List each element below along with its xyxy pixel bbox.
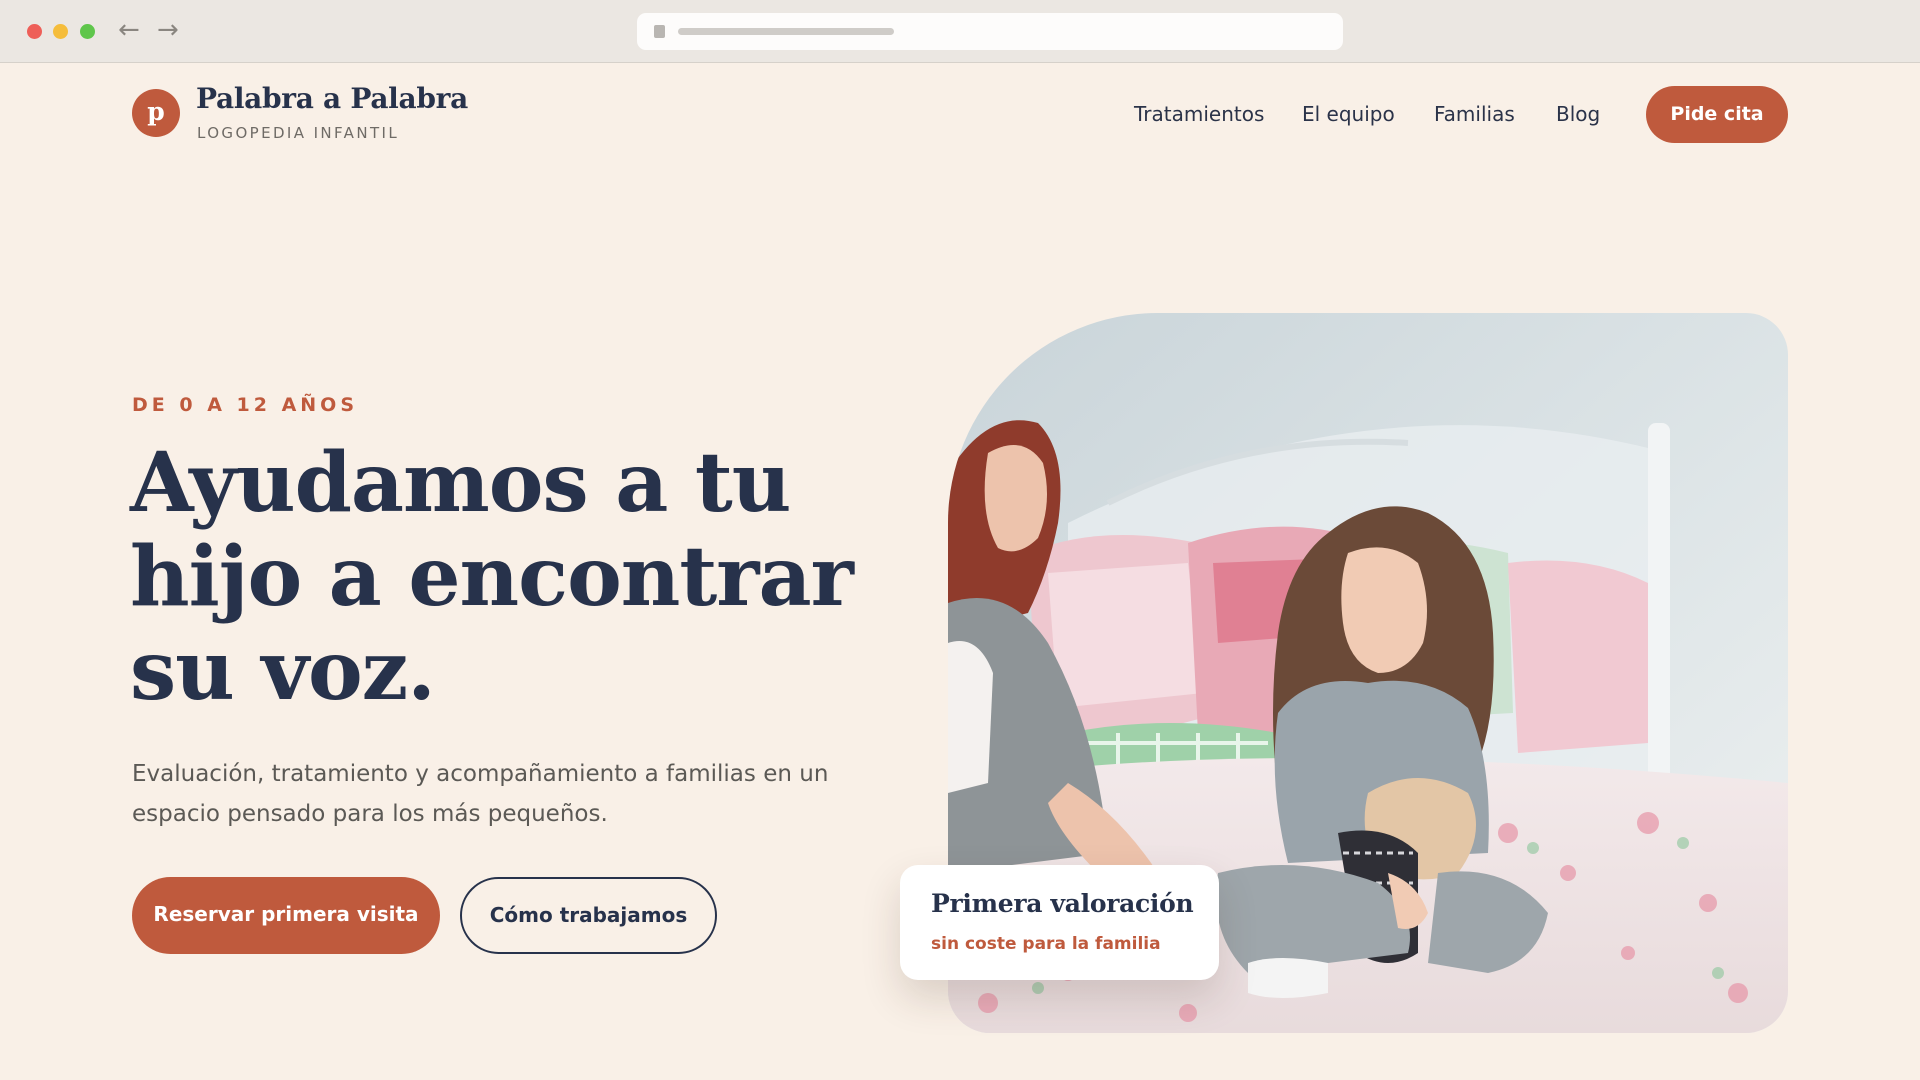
arrow-right-icon[interactable]: → — [157, 15, 179, 45]
browser-toolbar: ← → — [0, 0, 1920, 63]
address-bar[interactable] — [637, 13, 1343, 50]
nav-link-el-equipo[interactable]: El equipo — [1302, 102, 1395, 126]
logo-icon[interactable]: p — [132, 89, 180, 137]
hero-title: Ayudamos a tu hijo a encontrar su voz. — [130, 436, 890, 718]
brand-name[interactable]: Palabra a Palabra — [196, 82, 468, 115]
nav-link-familias[interactable]: Familias — [1434, 102, 1515, 126]
url-placeholder — [678, 28, 894, 35]
pide-cita-button[interactable]: Pide cita — [1646, 86, 1788, 143]
hero-title-line-1: Ayudamos a tu — [130, 435, 791, 531]
hero-title-line-3: su voz. — [130, 623, 436, 719]
minimize-window-icon[interactable] — [53, 24, 68, 39]
brand-tagline: LOGOPEDIA INFANTIL — [197, 124, 400, 142]
hero-eyebrow: DE 0 A 12 AÑOS — [132, 394, 359, 416]
free-evaluation-card: Primera valoración sin coste para la fam… — [900, 865, 1219, 980]
hero-description: Evaluación, tratamiento y acompañamiento… — [132, 761, 829, 827]
card-title: Primera valoración — [931, 889, 1194, 918]
maximize-window-icon[interactable] — [80, 24, 95, 39]
hero-title-line-2: hijo a encontrar — [130, 529, 854, 625]
close-window-icon[interactable] — [27, 24, 42, 39]
nav-link-blog[interactable]: Blog — [1556, 102, 1600, 126]
lock-icon — [654, 25, 665, 38]
nav-link-tratamientos[interactable]: Tratamientos — [1134, 102, 1264, 126]
arrow-left-icon[interactable]: ← — [118, 15, 140, 45]
how-we-work-button[interactable]: Cómo trabajamos — [460, 877, 717, 954]
card-subtitle: sin coste para la familia — [931, 934, 1161, 954]
book-first-visit-button[interactable]: Reservar primera visita — [132, 877, 440, 954]
